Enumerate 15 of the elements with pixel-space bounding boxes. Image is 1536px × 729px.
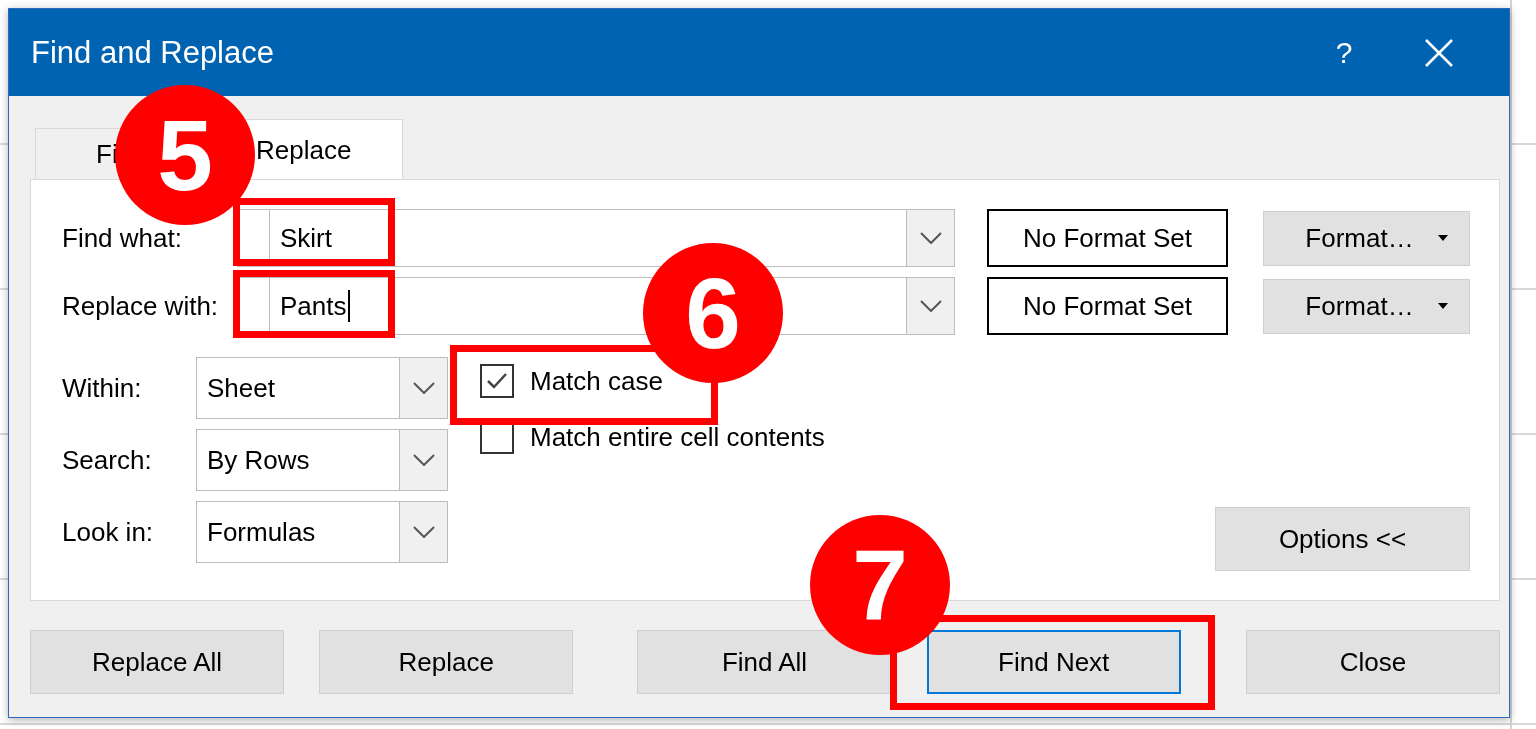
field-label: Search: bbox=[62, 444, 153, 476]
format-preview: No Format Set bbox=[987, 209, 1228, 267]
window-title: Find and Replace bbox=[31, 34, 275, 71]
field-value: Pants bbox=[280, 290, 347, 322]
checkbox-label: Match entire cell contents bbox=[530, 421, 825, 453]
field-label: Look in: bbox=[62, 516, 155, 548]
dropdown-value: Formulas bbox=[207, 516, 316, 548]
field-value: Skirt bbox=[280, 222, 332, 254]
dropdown-value: Sheet bbox=[207, 372, 275, 404]
format-preview: No Format Set bbox=[987, 277, 1228, 335]
field-label: Replace with: bbox=[62, 290, 220, 322]
dropdown-value: By Rows bbox=[207, 444, 310, 476]
field-label: Within: bbox=[62, 372, 143, 404]
field-label: Find what: bbox=[62, 222, 183, 254]
checkbox-label: Match case bbox=[530, 365, 663, 397]
